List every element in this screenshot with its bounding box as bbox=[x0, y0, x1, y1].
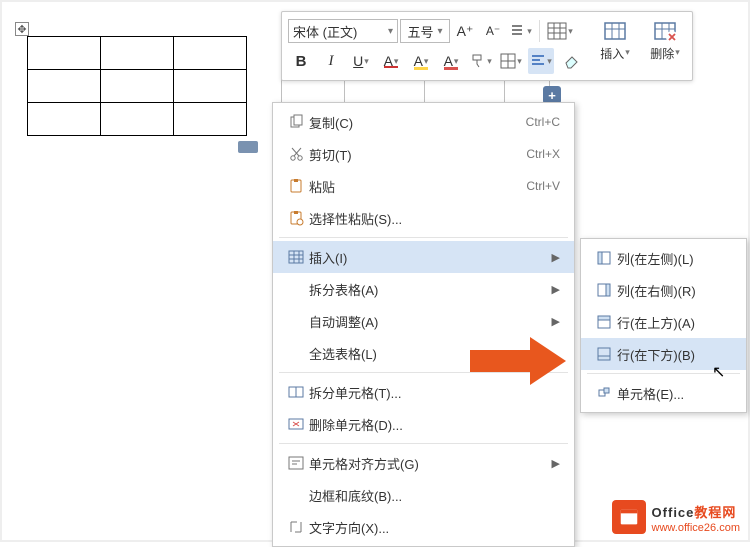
dropdown-icon: ▾ bbox=[388, 26, 393, 37]
col-left-icon bbox=[591, 250, 617, 266]
dropdown-icon: ▾ bbox=[437, 26, 442, 37]
menu-insert[interactable]: 插入(I) ▶ bbox=[273, 241, 574, 273]
menu-separator bbox=[279, 237, 568, 238]
paste-special-icon bbox=[283, 210, 309, 226]
submenu-cell[interactable]: 单元格(E)... bbox=[581, 377, 746, 409]
format-painter-button[interactable]: ▾ bbox=[468, 48, 494, 74]
split-cell-icon bbox=[283, 384, 309, 400]
submenu-arrow-icon: ▶ bbox=[552, 283, 560, 296]
borders-button[interactable]: ▾ bbox=[498, 48, 524, 74]
submenu-arrow-icon: ▶ bbox=[552, 315, 560, 328]
font-name-value: 宋体 (正文) bbox=[293, 22, 357, 41]
table-icon bbox=[283, 249, 309, 265]
menu-separator bbox=[279, 443, 568, 444]
watermark: Office教程网 www.office26.com bbox=[612, 500, 740, 534]
menu-borders-shading[interactable]: 边框和底纹(B)... bbox=[273, 479, 574, 511]
menu-paste[interactable]: 粘贴 Ctrl+V bbox=[273, 170, 574, 202]
text-direction-icon bbox=[283, 519, 309, 535]
font-color-button[interactable]: A▾ bbox=[438, 48, 464, 74]
menu-copy[interactable]: 复制(C) Ctrl+C bbox=[273, 106, 574, 138]
submenu-row-below[interactable]: 行(在下方)(B) bbox=[581, 338, 746, 370]
copy-icon bbox=[283, 114, 309, 130]
col-right-icon bbox=[591, 282, 617, 298]
decrease-font-button[interactable]: A⁻ bbox=[480, 18, 506, 44]
row-above-icon bbox=[591, 314, 617, 330]
table-move-handle[interactable]: ✥ bbox=[15, 22, 29, 36]
context-menu: 复制(C) Ctrl+C 剪切(T) Ctrl+X 粘贴 Ctrl+V 选择性粘… bbox=[272, 102, 575, 547]
table-style-button[interactable]: ▾ bbox=[545, 18, 575, 44]
pointer-arrow-head bbox=[530, 337, 566, 385]
linespacing-button[interactable]: ▾ bbox=[508, 18, 534, 44]
submenu-col-left[interactable]: 列(在左侧)(L) bbox=[581, 242, 746, 274]
bold-button[interactable]: B bbox=[288, 48, 314, 74]
row-below-icon bbox=[591, 346, 617, 362]
insert-submenu: 列(在左侧)(L) 列(在右侧)(R) 行(在上方)(A) 行(在下方)(B) … bbox=[580, 238, 747, 413]
document-table[interactable] bbox=[27, 36, 247, 136]
align-button[interactable]: ▾ bbox=[528, 48, 554, 74]
italic-button[interactable]: I bbox=[318, 48, 344, 74]
highlight-button[interactable]: A▾ bbox=[408, 48, 434, 74]
font-size-value: 五号 bbox=[407, 22, 433, 41]
font-size-select[interactable]: 五号 ▾ bbox=[400, 19, 450, 43]
submenu-arrow-icon: ▶ bbox=[552, 457, 560, 470]
font-name-select[interactable]: 宋体 (正文) ▾ bbox=[288, 19, 398, 43]
pointer-arrow bbox=[470, 350, 530, 372]
menu-separator bbox=[279, 372, 568, 373]
menu-text-direction[interactable]: 文字方向(X)... bbox=[273, 511, 574, 543]
menu-cell-align[interactable]: 单元格对齐方式(G) ▶ bbox=[273, 447, 574, 479]
watermark-badge-icon bbox=[612, 500, 646, 534]
align-icon bbox=[283, 455, 309, 471]
menu-autofit[interactable]: 自动调整(A) ▶ bbox=[273, 305, 574, 337]
underline-button[interactable]: U▾ bbox=[348, 48, 374, 74]
delete-cell-icon bbox=[283, 416, 309, 432]
table-resize-handle[interactable] bbox=[238, 141, 258, 153]
menu-separator bbox=[587, 373, 740, 374]
submenu-col-right[interactable]: 列(在右侧)(R) bbox=[581, 274, 746, 306]
paste-icon bbox=[283, 178, 309, 194]
mini-toolbar: 宋体 (正文) ▾ 五号 ▾ A⁺ A⁻ ▾ ▾ 插入▾ 删除▾ bbox=[281, 11, 693, 81]
menu-delete-cell[interactable]: 删除单元格(D)... bbox=[273, 408, 574, 440]
strike-button[interactable]: A▾ bbox=[378, 48, 404, 74]
menu-split-cell[interactable]: 拆分单元格(T)... bbox=[273, 376, 574, 408]
submenu-row-above[interactable]: 行(在上方)(A) bbox=[581, 306, 746, 338]
submenu-arrow-icon: ▶ bbox=[552, 251, 560, 264]
increase-font-button[interactable]: A⁺ bbox=[452, 18, 478, 44]
insert-split-button[interactable]: 插入▾ bbox=[594, 15, 636, 67]
menu-split-table[interactable]: 拆分表格(A) ▶ bbox=[273, 273, 574, 305]
menu-cut[interactable]: 剪切(T) Ctrl+X bbox=[273, 138, 574, 170]
cut-icon bbox=[283, 146, 309, 162]
delete-split-button[interactable]: 删除▾ bbox=[644, 15, 686, 67]
menu-paste-special[interactable]: 选择性粘贴(S)... bbox=[273, 202, 574, 234]
eraser-button[interactable] bbox=[558, 48, 584, 74]
cell-icon bbox=[591, 385, 617, 401]
